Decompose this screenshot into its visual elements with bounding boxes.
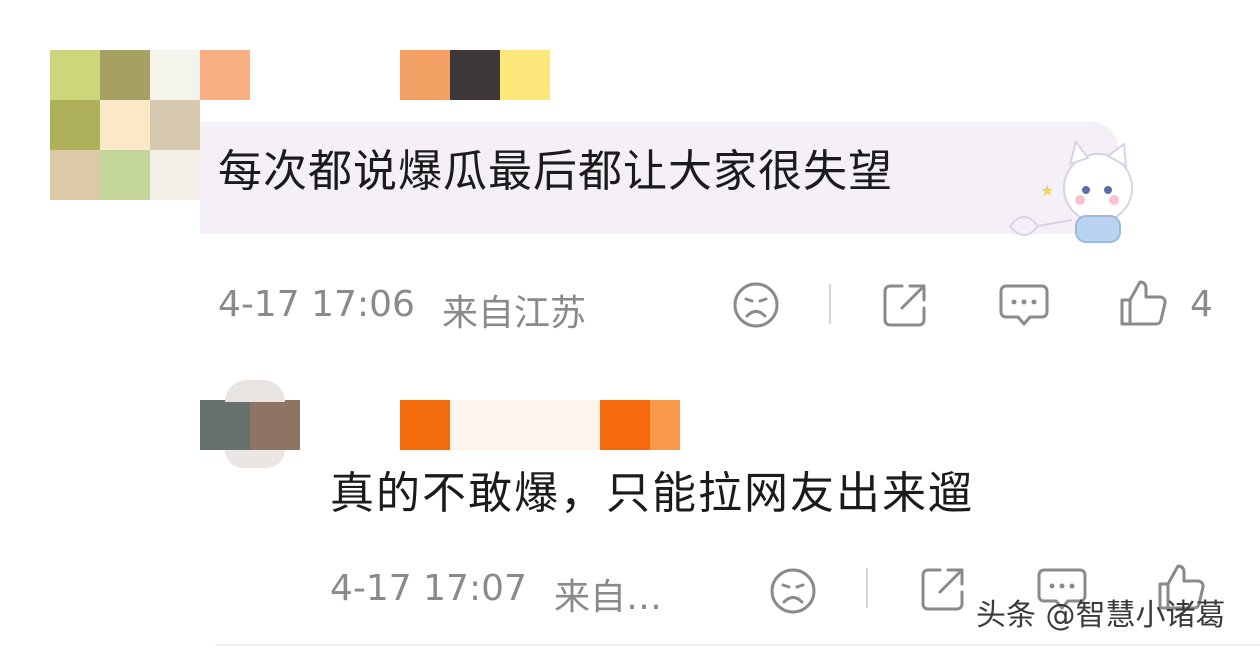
like-count: 4 <box>1190 284 1213 325</box>
comment-location: 来自江苏 <box>442 293 587 334</box>
avatar[interactable] <box>200 400 300 450</box>
svg-text:★: ★ <box>1040 181 1054 200</box>
divider <box>866 568 868 608</box>
comment-text: 每次都说爆瓜最后都让大家很失望 <box>218 146 893 197</box>
divider <box>829 284 831 324</box>
avatar-edge <box>225 380 285 402</box>
bottom-divider <box>215 644 1260 646</box>
sad-face-icon[interactable] <box>731 280 781 330</box>
sad-face-icon[interactable] <box>768 566 818 616</box>
avatar[interactable] <box>50 50 200 200</box>
comment-location: 来自… <box>554 577 663 618</box>
share-icon[interactable] <box>918 564 968 614</box>
thumbs-up-icon[interactable] <box>1118 278 1168 330</box>
username-redacted-tail <box>500 50 550 100</box>
comment-time: 4-17 17:06 <box>218 284 415 325</box>
comment-time: 4-17 17:07 <box>330 568 527 609</box>
username-redacted[interactable] <box>400 400 680 450</box>
comment-icon[interactable] <box>998 280 1050 330</box>
watermark: 头条 @智慧小诸葛 <box>976 598 1226 633</box>
comment-text: 真的不敢爆，只能拉网友出来遛 <box>330 468 974 519</box>
username-redacted[interactable] <box>200 50 550 100</box>
share-icon[interactable] <box>880 280 930 330</box>
kitten-sticker-icon: ★ <box>1008 140 1133 243</box>
avatar-edge <box>225 450 285 468</box>
